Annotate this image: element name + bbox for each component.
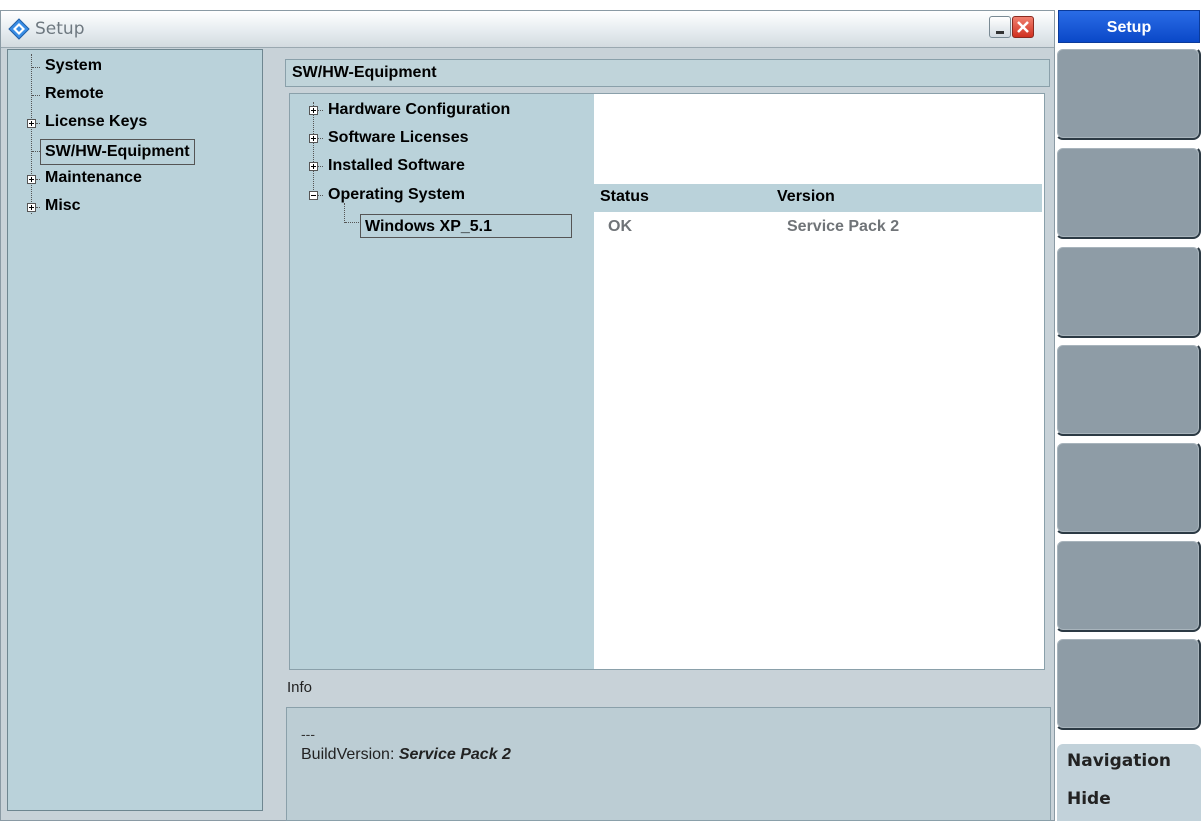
softkey-panel: Setup Navigation Hide xyxy=(1055,0,1201,821)
tree-connector xyxy=(32,67,40,68)
equipment-tree-area: Hardware Configuration Software Licenses… xyxy=(290,94,594,669)
expand-icon[interactable] xyxy=(27,175,36,184)
tree-item-label: Hardware Configuration xyxy=(328,101,511,118)
column-header-status[interactable]: Status xyxy=(600,188,649,206)
close-icon xyxy=(1017,21,1029,33)
column-header-row: Status Version xyxy=(594,184,1042,212)
tree-connector xyxy=(36,207,40,208)
sidebar-item-misc[interactable]: Misc xyxy=(45,194,81,218)
tree-item-windows-xp[interactable]: Windows XP_5.1 xyxy=(360,214,572,238)
tree-connector xyxy=(31,54,32,214)
softkey-4[interactable] xyxy=(1055,343,1201,436)
expand-icon[interactable] xyxy=(309,106,318,115)
section-title: SW/HW-Equipment xyxy=(292,64,437,81)
softkey-6[interactable] xyxy=(1055,539,1201,632)
softkey-7[interactable] xyxy=(1055,637,1201,730)
title-bar[interactable]: Setup xyxy=(1,11,1054,48)
sidebar-item-label: SW/HW-Equipment xyxy=(45,143,190,160)
close-button[interactable] xyxy=(1012,16,1034,38)
tree-item-software-licenses[interactable]: Software Licenses xyxy=(328,126,469,150)
softkey-2[interactable] xyxy=(1055,146,1201,239)
sidebar-item-label: Maintenance xyxy=(45,169,142,186)
section-header: SW/HW-Equipment xyxy=(285,59,1050,87)
minimize-button[interactable] xyxy=(989,16,1011,38)
rohde-logo-icon xyxy=(8,18,30,40)
build-version-line: BuildVersion: Service Pack 2 xyxy=(301,746,511,764)
collapse-icon[interactable] xyxy=(309,191,318,200)
tree-connector xyxy=(318,195,323,196)
softkey-label-hide: Hide xyxy=(1067,789,1111,809)
equipment-content: Hardware Configuration Software Licenses… xyxy=(289,93,1045,670)
softkey-menu-title[interactable]: Setup xyxy=(1058,10,1200,43)
settings-tree-panel: System Remote License Keys SW/HW-Equipme… xyxy=(7,49,263,811)
sidebar-item-license-keys[interactable]: License Keys xyxy=(45,110,147,134)
softkey-5[interactable] xyxy=(1055,441,1201,534)
tree-connector xyxy=(36,123,40,124)
expand-icon[interactable] xyxy=(309,134,318,143)
build-version-value: Service Pack 2 xyxy=(398,746,511,763)
info-label: Info xyxy=(287,679,313,696)
tree-connector xyxy=(318,138,323,139)
info-box: --- BuildVersion: Service Pack 2 xyxy=(286,707,1051,821)
tree-connector xyxy=(313,102,314,198)
tree-connector xyxy=(345,222,361,223)
softkey-label-navigation: Navigation xyxy=(1067,751,1171,771)
tree-item-hardware-configuration[interactable]: Hardware Configuration xyxy=(328,98,510,122)
sidebar-item-sw-hw-equipment[interactable]: SW/HW-Equipment xyxy=(40,139,195,165)
sidebar-item-system[interactable]: System xyxy=(45,54,102,78)
sidebar-item-label: System xyxy=(45,57,102,74)
tree-connector xyxy=(318,166,323,167)
tree-item-installed-software[interactable]: Installed Software xyxy=(328,154,465,178)
sidebar-item-label: Misc xyxy=(45,197,81,214)
build-version-label: BuildVersion: xyxy=(301,746,395,763)
softkey-1[interactable] xyxy=(1055,47,1201,140)
expand-icon[interactable] xyxy=(309,162,318,171)
info-separator: --- xyxy=(301,726,315,742)
status-cell: OK xyxy=(608,218,632,235)
tree-item-label: Operating System xyxy=(328,186,465,203)
tree-connector xyxy=(32,95,40,96)
tree-item-label: Software Licenses xyxy=(328,129,469,146)
tree-connector xyxy=(32,151,40,152)
expand-icon[interactable] xyxy=(27,203,36,212)
tree-connector xyxy=(318,110,323,111)
sidebar-item-remote[interactable]: Remote xyxy=(45,82,104,106)
tree-item-label: Windows XP_5.1 xyxy=(365,218,492,235)
version-cell: Service Pack 2 xyxy=(787,218,900,235)
tree-connector xyxy=(36,179,40,180)
sidebar-item-label: License Keys xyxy=(45,113,148,130)
softkey-3[interactable] xyxy=(1055,245,1201,338)
tree-connector xyxy=(344,203,345,223)
window-title: Setup xyxy=(35,19,85,39)
column-header-version[interactable]: Version xyxy=(777,188,835,206)
sidebar-item-maintenance[interactable]: Maintenance xyxy=(45,166,142,190)
sidebar-item-label: Remote xyxy=(45,85,104,102)
tree-item-operating-system[interactable]: Operating System xyxy=(328,183,465,207)
tree-item-label: Installed Software xyxy=(328,157,465,174)
expand-icon[interactable] xyxy=(27,119,36,128)
navigation-hide-softkey[interactable]: Navigation Hide xyxy=(1055,742,1201,821)
